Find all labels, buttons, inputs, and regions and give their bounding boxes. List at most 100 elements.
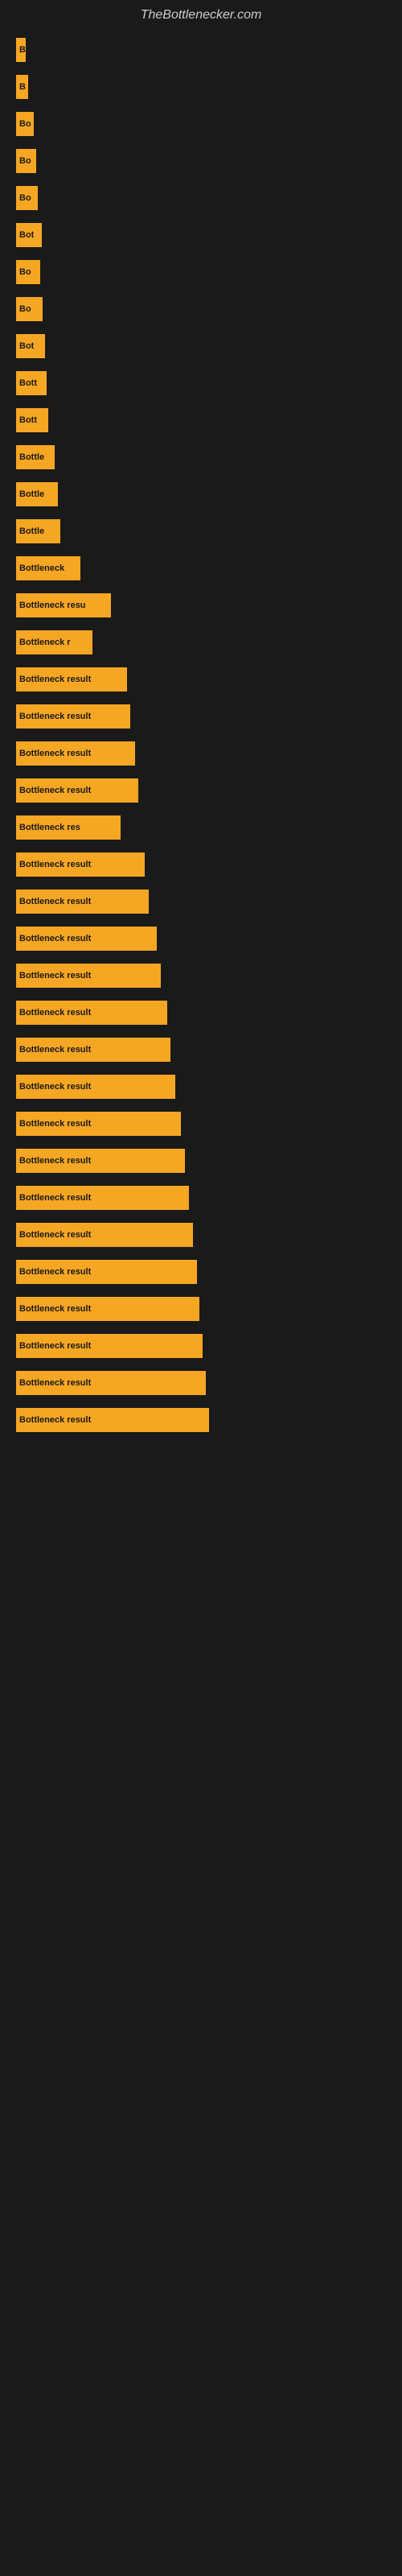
bar-17: Bottleneck result bbox=[16, 667, 127, 691]
bar-4: Bo bbox=[16, 186, 38, 210]
bar-label-15: Bottleneck resu bbox=[19, 601, 86, 610]
bar-33: Bottleneck result bbox=[16, 1260, 197, 1284]
bar-row: Bottleneck result bbox=[16, 1071, 386, 1102]
bar-0: B bbox=[16, 38, 26, 62]
bar-34: Bottleneck result bbox=[16, 1297, 199, 1321]
bar-row: Bottleneck result bbox=[16, 1183, 386, 1213]
bar-row: Bot bbox=[16, 331, 386, 361]
bar-36: Bottleneck result bbox=[16, 1371, 206, 1395]
bar-20: Bottleneck result bbox=[16, 778, 138, 803]
bar-6: Bo bbox=[16, 260, 40, 284]
bar-label-34: Bottleneck result bbox=[19, 1304, 91, 1314]
bar-row: Bottleneck result bbox=[16, 1220, 386, 1250]
bar-label-16: Bottleneck r bbox=[19, 638, 71, 647]
bar-2: Bo bbox=[16, 112, 34, 136]
bar-21: Bottleneck res bbox=[16, 815, 121, 840]
bar-27: Bottleneck result bbox=[16, 1038, 170, 1062]
bar-row: Bottleneck result bbox=[16, 1034, 386, 1065]
bar-label-17: Bottleneck result bbox=[19, 675, 91, 684]
bar-row: Bottleneck resu bbox=[16, 590, 386, 621]
bar-label-25: Bottleneck result bbox=[19, 971, 91, 980]
bar-row: Bottleneck result bbox=[16, 1331, 386, 1361]
bar-label-23: Bottleneck result bbox=[19, 897, 91, 906]
bar-29: Bottleneck result bbox=[16, 1112, 181, 1136]
bar-label-21: Bottleneck res bbox=[19, 823, 80, 832]
bar-30: Bottleneck result bbox=[16, 1149, 185, 1173]
bar-label-13: Bottle bbox=[19, 526, 44, 536]
bar-row: Bottleneck result bbox=[16, 997, 386, 1028]
bar-18: Bottleneck result bbox=[16, 704, 130, 729]
bar-19: Bottleneck result bbox=[16, 741, 135, 766]
bar-label-31: Bottleneck result bbox=[19, 1193, 91, 1203]
bar-label-7: Bo bbox=[19, 304, 31, 314]
bar-16: Bottleneck r bbox=[16, 630, 92, 654]
bar-22: Bottleneck result bbox=[16, 852, 145, 877]
site-title: TheBottlenecker.com bbox=[0, 0, 402, 27]
bar-row: Bottleneck bbox=[16, 553, 386, 584]
bar-label-30: Bottleneck result bbox=[19, 1156, 91, 1166]
bar-label-24: Bottleneck result bbox=[19, 934, 91, 943]
bar-label-37: Bottleneck result bbox=[19, 1415, 91, 1425]
bar-row: Bottleneck result bbox=[16, 923, 386, 954]
bar-label-8: Bot bbox=[19, 341, 34, 351]
bar-row: Bottleneck result bbox=[16, 738, 386, 769]
bar-label-27: Bottleneck result bbox=[19, 1045, 91, 1055]
bar-8: Bot bbox=[16, 334, 45, 358]
bar-row: Bottleneck result bbox=[16, 701, 386, 732]
bar-row: Bottleneck result bbox=[16, 664, 386, 695]
bar-14: Bottleneck bbox=[16, 556, 80, 580]
bar-row: Bo bbox=[16, 257, 386, 287]
bar-label-33: Bottleneck result bbox=[19, 1267, 91, 1277]
bar-row: Bottleneck res bbox=[16, 812, 386, 843]
bar-label-26: Bottleneck result bbox=[19, 1008, 91, 1018]
bar-label-19: Bottleneck result bbox=[19, 749, 91, 758]
bar-label-32: Bottleneck result bbox=[19, 1230, 91, 1240]
bar-label-9: Bott bbox=[19, 378, 37, 388]
bar-1: B bbox=[16, 75, 28, 99]
bar-7: Bo bbox=[16, 297, 43, 321]
bar-28: Bottleneck result bbox=[16, 1075, 175, 1099]
bar-row: Bottleneck result bbox=[16, 1146, 386, 1176]
bar-35: Bottleneck result bbox=[16, 1334, 203, 1358]
bar-5: Bot bbox=[16, 223, 42, 247]
bar-label-28: Bottleneck result bbox=[19, 1082, 91, 1092]
bar-row: Bottle bbox=[16, 479, 386, 510]
bar-label-1: B bbox=[19, 82, 26, 92]
bar-12: Bottle bbox=[16, 482, 58, 506]
bar-label-18: Bottleneck result bbox=[19, 712, 91, 721]
bar-row: Bottleneck result bbox=[16, 960, 386, 991]
bar-label-35: Bottleneck result bbox=[19, 1341, 91, 1351]
bar-label-22: Bottleneck result bbox=[19, 860, 91, 869]
bar-row: Bottle bbox=[16, 516, 386, 547]
bar-label-36: Bottleneck result bbox=[19, 1378, 91, 1388]
bar-23: Bottleneck result bbox=[16, 890, 149, 914]
bar-row: Bottleneck r bbox=[16, 627, 386, 658]
bar-15: Bottleneck resu bbox=[16, 593, 111, 617]
bar-label-4: Bo bbox=[19, 193, 31, 203]
bars-container: B B Bo Bo Bo Bot Bo Bo Bot Bott Bott Bottle Bottle Bo… bbox=[0, 27, 402, 1450]
bar-11: Bottle bbox=[16, 445, 55, 469]
bar-label-6: Bo bbox=[19, 267, 31, 277]
bar-row: B bbox=[16, 72, 386, 102]
bar-26: Bottleneck result bbox=[16, 1001, 167, 1025]
bar-label-2: Bo bbox=[19, 119, 31, 129]
bar-9: Bott bbox=[16, 371, 47, 395]
bar-row: Bo bbox=[16, 109, 386, 139]
bar-row: Bott bbox=[16, 368, 386, 398]
bar-label-14: Bottleneck bbox=[19, 564, 64, 573]
bar-13: Bottle bbox=[16, 519, 60, 543]
bar-label-3: Bo bbox=[19, 156, 31, 166]
bar-label-12: Bottle bbox=[19, 489, 44, 499]
bar-row: Bottleneck result bbox=[16, 849, 386, 880]
bar-31: Bottleneck result bbox=[16, 1186, 189, 1210]
bar-label-20: Bottleneck result bbox=[19, 786, 91, 795]
bar-row: Bo bbox=[16, 183, 386, 213]
bar-label-10: Bott bbox=[19, 415, 37, 425]
bar-label-0: B bbox=[19, 45, 26, 55]
bar-row: Bottleneck result bbox=[16, 775, 386, 806]
bar-row: Bottleneck result bbox=[16, 1257, 386, 1287]
bar-row: Bo bbox=[16, 146, 386, 176]
bar-3: Bo bbox=[16, 149, 36, 173]
bar-row: Bo bbox=[16, 294, 386, 324]
bar-row: Bott bbox=[16, 405, 386, 436]
